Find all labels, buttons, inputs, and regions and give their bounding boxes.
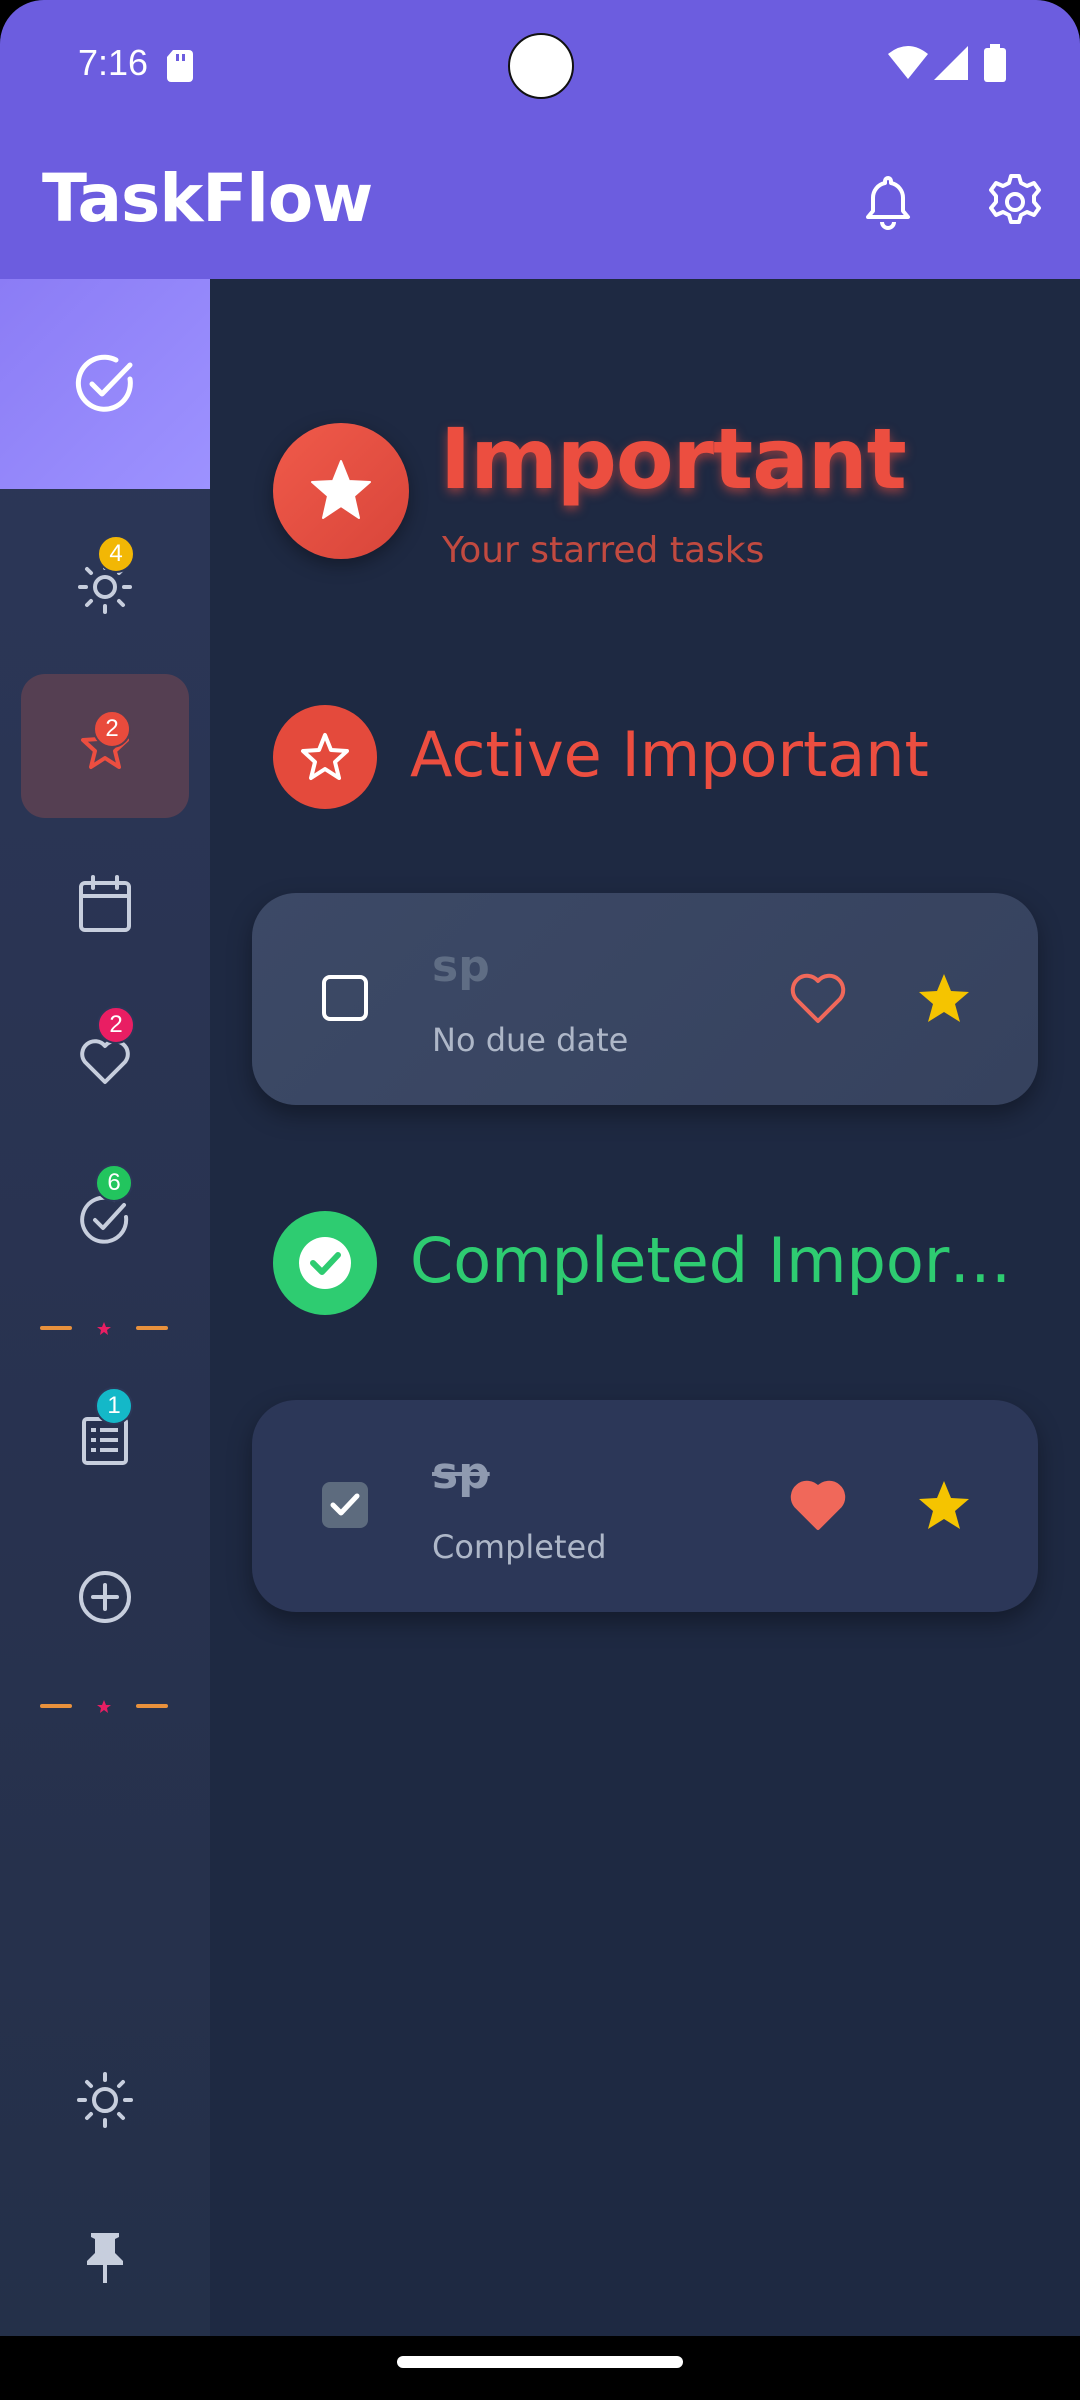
top-bar: 7:16 TaskFlow [0,0,1080,279]
check-icon [299,1237,351,1289]
sidebar-item-calendar[interactable] [21,832,189,976]
sidebar: 4 2 2 6 1 [0,279,210,2336]
important-header-icon [273,423,409,559]
sidebar-item-all-tasks[interactable] [0,279,210,489]
completed-section-title: Completed Important [410,1224,1022,1297]
pin-icon [87,2233,123,2283]
important-count-badge: 2 [93,710,131,748]
task-card[interactable]: sp No due date [252,893,1038,1105]
task-status: Completed [432,1528,607,1566]
active-section-title: Active Important [410,718,929,791]
plus-circle-icon [79,1571,131,1623]
pin-sidebar-button[interactable] [21,2185,189,2329]
signal-icon [934,46,968,80]
active-section-icon [273,705,377,809]
favorites-count-badge: 2 [97,1006,135,1044]
sun-icon [77,2072,133,2128]
sidebar-item-favorites[interactable]: 2 [21,990,189,1134]
star-filled-icon[interactable] [914,1476,974,1536]
sidebar-item-today[interactable]: 4 [21,515,189,659]
heart-filled-icon[interactable] [788,1476,848,1536]
system-nav-bar [0,2336,1080,2400]
lists-count-badge: 1 [95,1387,133,1425]
sidebar-divider [40,1700,168,1713]
task-checkbox[interactable] [322,975,368,1021]
page-title: Important [440,410,907,508]
check-circle-icon [80,1195,129,1244]
notifications-bell-icon[interactable] [858,172,918,232]
star-outline-icon [301,733,349,780]
sidebar-item-completed[interactable]: 6 [21,1148,189,1292]
heart-outline-icon[interactable] [788,969,848,1029]
sidebar-item-important[interactable]: 2 [21,674,189,818]
task-card[interactable]: sp Completed [252,1400,1038,1612]
sd-card-icon [167,50,193,82]
app-title: TaskFlow [42,160,373,237]
heart-icon [80,1039,130,1084]
completed-section-icon [273,1211,377,1315]
task-title: sp [432,1448,490,1499]
completed-count-badge: 6 [95,1164,133,1202]
task-due-date: No due date [432,1021,629,1059]
app-screen: 7:16 TaskFlow 4 2 2 6 1 Important Your s… [0,0,1080,2336]
home-gesture-handle[interactable] [397,2356,683,2368]
sidebar-item-add[interactable] [21,1525,189,1669]
sidebar-divider [40,1322,168,1335]
battery-icon [984,44,1006,82]
camera-cutout [508,33,574,99]
check-circle-icon [75,354,133,412]
star-icon [311,460,371,519]
settings-gear-icon[interactable] [985,172,1045,232]
calendar-icon [79,875,131,932]
theme-toggle-button[interactable] [21,2028,189,2172]
star-filled-icon[interactable] [914,969,974,1029]
task-checkbox[interactable] [322,1482,368,1528]
checkmark-icon [330,1493,360,1516]
task-title: sp [432,941,490,992]
sidebar-item-lists[interactable]: 1 [21,1369,189,1513]
page-subtitle: Your starred tasks [442,530,765,571]
today-count-badge: 4 [97,535,135,573]
wifi-icon [888,46,928,79]
status-time: 7:16 [78,42,149,83]
